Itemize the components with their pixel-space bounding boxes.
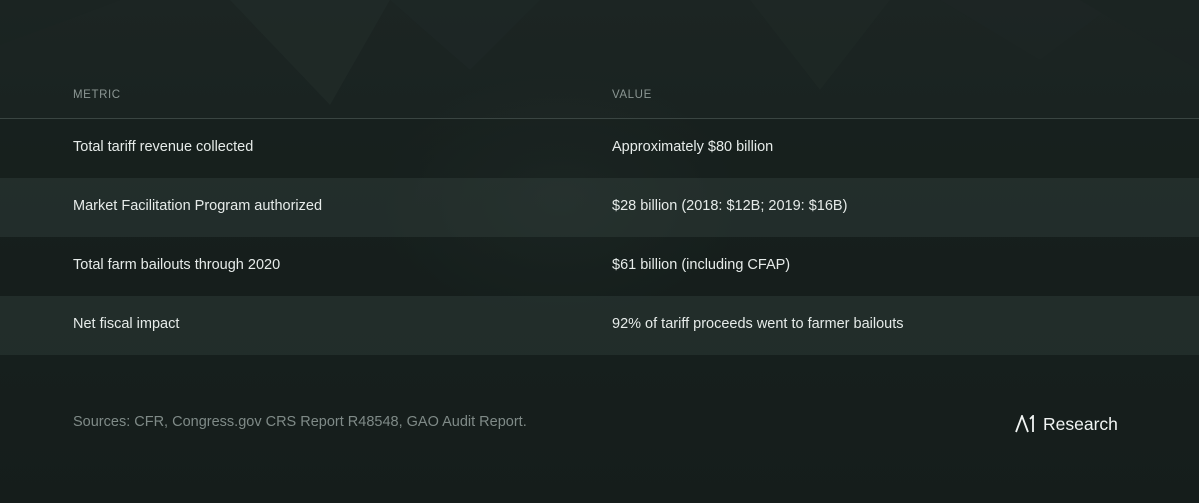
brand-name: Research	[1043, 413, 1118, 434]
brand-logo: Research	[1015, 412, 1118, 436]
table-row: Market Facilitation Program authorized $…	[0, 178, 1199, 237]
row-metric: Total farm bailouts through 2020	[73, 257, 281, 273]
table-row: Total farm bailouts through 2020 $61 bil…	[0, 237, 1199, 296]
column-header-value: VALUE	[612, 89, 652, 101]
row-metric: Net fiscal impact	[73, 316, 180, 332]
row-metric: Total tariff revenue collected	[73, 139, 254, 155]
column-header-metric: METRIC	[73, 89, 121, 101]
row-value: $28 billion (2018: $12B; 2019: $16B)	[612, 198, 848, 214]
row-metric: Market Facilitation Program authorized	[73, 198, 323, 214]
row-value: $61 billion (including CFAP)	[612, 257, 791, 273]
a1-logo-icon	[1015, 415, 1034, 433]
sources-note: Sources: CFR, Congress.gov CRS Report R4…	[73, 414, 527, 430]
row-value: 92% of tariff proceeds went to farmer ba…	[612, 316, 904, 332]
table-row: Total tariff revenue collected Approxima…	[0, 119, 1199, 178]
data-table: METRIC VALUE Total tariff revenue collec…	[0, 72, 1199, 355]
row-value: Approximately $80 billion	[612, 139, 774, 155]
table-row: Net fiscal impact 92% of tariff proceeds…	[0, 296, 1199, 355]
table-header: METRIC VALUE	[0, 72, 1199, 119]
